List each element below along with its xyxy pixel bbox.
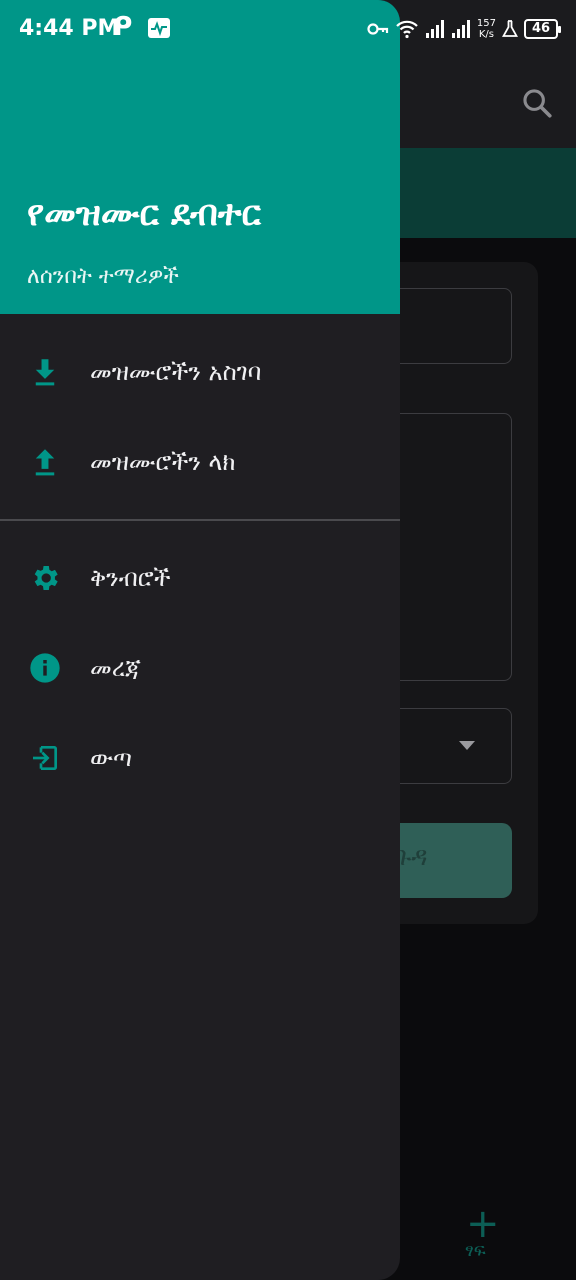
menu-item-export[interactable]: መዝሙሮችን ላክ [0,417,400,507]
drawer-subtitle: ለሰንበት ተማሪዎች [27,264,179,289]
plus-icon[interactable]: + [466,1204,500,1244]
signal-icon [451,20,470,38]
network-speed-value: 157 [476,18,496,29]
flask-icon [502,20,518,37]
activity-icon [148,18,170,38]
network-speed-unit: K/s [478,29,495,40]
menu-label: ቅንብሮች [90,564,171,592]
menu-label: ውጣ [90,744,133,772]
gear-icon [28,561,62,595]
wifi-icon [396,20,418,39]
vpn-key-icon [367,23,389,35]
menu-item-settings[interactable]: ቅንብሮች [0,533,400,623]
network-speed: 157 K/s [477,18,496,40]
download-icon [28,355,62,389]
signal-icon [425,20,444,38]
status-bar: 4:44 PM ᑭ 157 K/s 46 [0,0,576,58]
menu-item-info[interactable]: መረጃ [0,623,400,713]
menu-label: መዝሙሮችን አስገባ [90,358,262,386]
upload-icon [28,445,62,479]
search-icon[interactable] [520,86,554,120]
p-app-icon: ᑭ [113,12,133,42]
logout-icon [28,741,62,775]
menu-label: መረጃ [90,654,141,682]
drawer-title: የመዝሙር ደብተር [27,194,261,234]
menu-label: መዝሙሮችን ላክ [90,448,236,476]
screen: ጉዳ + ፃፍ የመዝሙር ደብተር ለሰንበት ተማሪዎች መዝሙሮችን አስ… [0,0,576,1280]
status-icons: 157 K/s 46 [367,16,561,42]
menu-item-logout[interactable]: ውጣ [0,713,400,803]
navigation-drawer: የመዝሙር ደብተር ለሰንበት ተማሪዎች መዝሙሮችን አስገባ መዝሙሮች… [0,0,400,1280]
nav-write-label[interactable]: ፃፍ [465,1240,486,1261]
info-icon [28,651,62,685]
battery-icon: 46 [524,19,561,39]
menu-item-import[interactable]: መዝሙሮችን አስገባ [0,327,400,417]
status-time: 4:44 PM [19,16,120,41]
divider [0,519,400,521]
dropdown-caret-icon [459,741,475,750]
